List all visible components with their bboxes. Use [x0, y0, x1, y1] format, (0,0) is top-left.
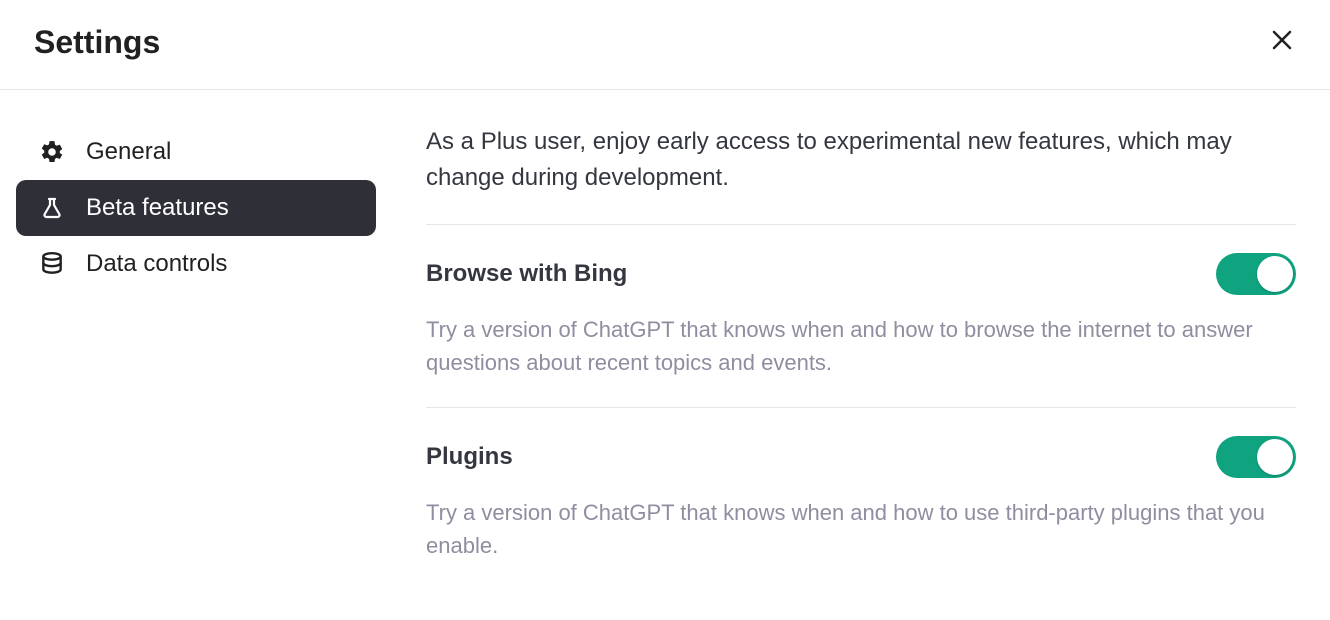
feature-description: Try a version of ChatGPT that knows when…	[426, 313, 1296, 379]
toggle-plugins[interactable]	[1216, 436, 1296, 478]
settings-sidebar: General Beta features Data controls	[0, 124, 392, 590]
sidebar-item-label: General	[86, 138, 171, 166]
database-icon	[38, 250, 66, 278]
toggle-knob	[1257, 439, 1293, 475]
toggle-browse-with-bing[interactable]	[1216, 253, 1296, 295]
divider	[426, 224, 1296, 225]
sidebar-item-label: Beta features	[86, 194, 229, 222]
sidebar-item-general[interactable]: General	[16, 124, 376, 180]
feature-description: Try a version of ChatGPT that knows when…	[426, 496, 1296, 562]
sidebar-item-label: Data controls	[86, 250, 227, 278]
close-button[interactable]	[1268, 29, 1296, 57]
page-title: Settings	[34, 24, 160, 61]
divider	[426, 407, 1296, 408]
sidebar-item-beta-features[interactable]: Beta features	[16, 180, 376, 236]
beaker-icon	[38, 194, 66, 222]
feature-plugins: Plugins Try a version of ChatGPT that kn…	[426, 436, 1296, 562]
gear-icon	[38, 138, 66, 166]
toggle-knob	[1257, 256, 1293, 292]
settings-header: Settings	[0, 0, 1330, 90]
close-icon	[1270, 28, 1294, 57]
feature-browse-with-bing: Browse with Bing Try a version of ChatGP…	[426, 253, 1296, 379]
feature-title: Plugins	[426, 443, 513, 471]
sidebar-item-data-controls[interactable]: Data controls	[16, 236, 376, 292]
settings-content: As a Plus user, enjoy early access to ex…	[392, 124, 1330, 590]
feature-title: Browse with Bing	[426, 260, 627, 288]
intro-text: As a Plus user, enjoy early access to ex…	[426, 124, 1296, 196]
